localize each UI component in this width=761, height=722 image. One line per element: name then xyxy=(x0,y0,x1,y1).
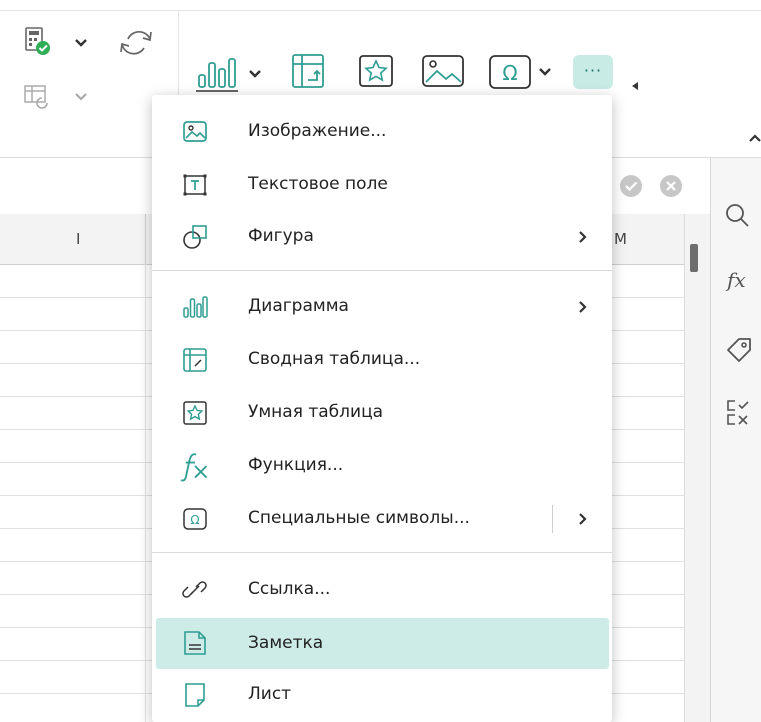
smart-table-button[interactable] xyxy=(358,54,394,88)
svg-text:Ω: Ω xyxy=(502,61,517,85)
shape-icon xyxy=(183,225,207,249)
note-icon xyxy=(184,631,206,655)
bar-chart-icon xyxy=(196,58,261,92)
menu-item-label: Ссылка... xyxy=(248,579,331,599)
link-icon xyxy=(182,581,207,598)
vertical-scrollbar[interactable] xyxy=(684,214,711,722)
insert-more-menu: Изображение... Текстовое поле Фигура Диа… xyxy=(152,95,612,722)
menu-divider xyxy=(152,552,612,553)
chart-button[interactable] xyxy=(196,55,268,95)
menu-item-image[interactable]: Изображение... xyxy=(152,108,612,156)
check-cross-icon xyxy=(727,400,749,425)
scrollbar-thumb[interactable] xyxy=(690,244,698,272)
special-symbols-button[interactable]: Ω xyxy=(488,54,554,90)
chevron-right-icon xyxy=(579,231,587,243)
table-recalc-icon xyxy=(24,85,87,109)
menu-item-shape[interactable]: Фигура xyxy=(152,213,612,261)
text-box-icon xyxy=(183,174,207,196)
submenu-separator xyxy=(552,505,553,533)
menu-item-sheet[interactable]: Лист xyxy=(152,671,612,719)
special-symbols-icon: Ω xyxy=(183,508,207,530)
image-icon xyxy=(422,55,464,87)
column-separator xyxy=(145,214,146,264)
menu-item-label: Фигура xyxy=(248,226,314,246)
check-icon xyxy=(625,181,638,192)
collapse-toolbar-button[interactable] xyxy=(748,132,761,144)
image-button[interactable] xyxy=(421,54,465,88)
chevron-right-icon xyxy=(579,301,587,313)
recalc-sheet-button[interactable] xyxy=(24,84,94,114)
menu-item-note[interactable]: Заметка xyxy=(156,618,609,669)
menu-item-chart[interactable]: Диаграмма xyxy=(152,283,612,331)
special-symbols-icon: Ω xyxy=(489,55,551,89)
menu-item-label: Умная таблица xyxy=(248,402,384,422)
menu-item-text-box[interactable]: Текстовое поле xyxy=(152,161,612,209)
close-icon xyxy=(666,181,676,191)
pivot-table-icon xyxy=(292,54,324,88)
menu-item-function[interactable]: Функция... xyxy=(152,442,612,490)
column-header-i[interactable]: I xyxy=(76,230,80,248)
calculator-icon xyxy=(25,27,87,55)
grid-column-line xyxy=(145,264,146,722)
menu-item-label: Заметка xyxy=(248,633,324,653)
side-panel xyxy=(710,158,761,722)
smart-table-icon xyxy=(359,55,393,87)
menu-item-special-symbols[interactable]: Ω Специальные символы... xyxy=(152,495,612,543)
chevron-up-icon xyxy=(749,134,761,142)
tag-icon xyxy=(727,338,751,362)
tags-button[interactable] xyxy=(725,335,753,363)
menu-divider xyxy=(152,270,612,271)
toolbar-top-border xyxy=(0,10,761,11)
sheet-icon xyxy=(185,683,205,707)
data-validation-button[interactable] xyxy=(725,398,753,428)
column-header-m[interactable]: M xyxy=(614,230,627,248)
menu-item-label: Сводная таблица... xyxy=(248,349,421,369)
menu-item-label: Функция... xyxy=(248,455,344,475)
search-button[interactable] xyxy=(725,203,751,229)
function-icon xyxy=(180,453,208,482)
chevron-right-icon xyxy=(579,513,587,525)
menu-item-label: Специальные символы... xyxy=(248,508,470,528)
pivot-table-button[interactable] xyxy=(291,52,325,90)
search-icon xyxy=(726,204,749,227)
caret-left-icon xyxy=(632,82,638,90)
more-button[interactable]: ··· xyxy=(573,55,613,89)
svg-text:Ω: Ω xyxy=(190,513,199,527)
menu-item-label: Лист xyxy=(248,684,292,704)
calculation-options-button[interactable] xyxy=(24,26,94,60)
menu-item-label: Изображение... xyxy=(248,121,387,141)
image-icon xyxy=(183,121,207,142)
pivot-table-icon xyxy=(183,348,207,372)
cancel-formula-button[interactable] xyxy=(660,175,682,197)
menu-item-smart-table[interactable]: Умная таблица xyxy=(152,389,612,437)
toolbar-scroll-arrow[interactable] xyxy=(632,82,640,90)
refresh-icon xyxy=(120,30,152,55)
smart-table-icon xyxy=(183,401,207,425)
more-icon: ··· xyxy=(583,61,603,80)
chart-icon xyxy=(183,296,208,318)
recalculate-button[interactable] xyxy=(118,26,158,60)
menu-item-label: Текстовое поле xyxy=(248,174,388,194)
menu-item-link[interactable]: Ссылка... xyxy=(152,566,612,614)
fx-icon[interactable]: fx xyxy=(727,268,746,292)
confirm-formula-button[interactable] xyxy=(620,175,642,197)
menu-item-label: Диаграмма xyxy=(248,296,349,316)
menu-item-pivot-table[interactable]: Сводная таблица... xyxy=(152,336,612,384)
